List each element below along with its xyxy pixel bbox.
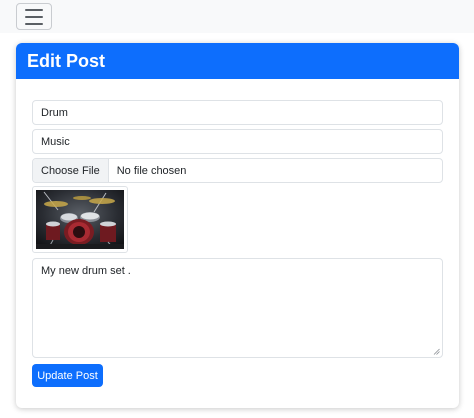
edit-post-card: Edit Post Drum Music Choose File No file… [16,43,459,408]
post-body-value: My new drum set . [41,265,131,277]
category-input[interactable]: Music [32,129,443,154]
image-file-input[interactable]: Choose File No file chosen [32,158,443,183]
update-post-button[interactable]: Update Post [32,364,103,387]
navbar [0,0,474,33]
post-image-thumbnail [32,186,128,253]
drum-kit-photo [36,190,124,249]
title-input-value: Drum [41,106,68,119]
hamburger-menu-icon-line [25,15,43,18]
hamburger-menu-icon-line [25,22,43,25]
page-title: Edit Post [27,50,106,71]
resize-grip-icon[interactable] [433,348,440,355]
file-status-text: No file chosen [116,164,187,177]
choose-file-button[interactable]: Choose File [33,159,109,182]
navbar-toggle-button[interactable] [16,3,52,30]
category-input-value: Music [41,135,70,148]
title-input[interactable]: Drum [32,100,443,125]
card-header: Edit Post [16,43,459,79]
hamburger-menu-icon [25,8,43,11]
post-body-textarea[interactable]: My new drum set . [32,258,443,358]
